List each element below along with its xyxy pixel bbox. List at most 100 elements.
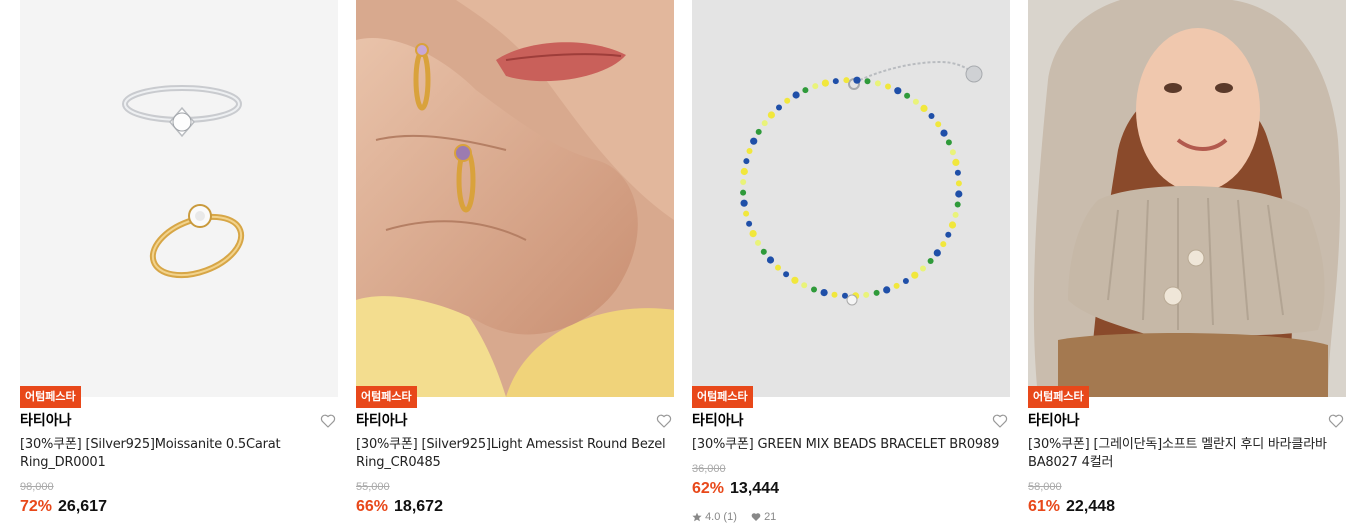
wishlist-heart-icon[interactable] bbox=[1328, 413, 1344, 429]
bead bbox=[831, 291, 838, 298]
bead bbox=[954, 169, 961, 176]
product-name[interactable]: [30%쿠폰] GREEN MIX BEADS BRACELET BR0989 bbox=[692, 436, 1004, 454]
product-card[interactable]: 어텀페스타 타티아나 [30%쿠폰] [그레이단독]소프트 멜란지 후디 바라클… bbox=[1028, 0, 1346, 523]
bead bbox=[743, 210, 750, 217]
product-image[interactable] bbox=[20, 0, 338, 397]
hand-with-rings-image bbox=[356, 0, 674, 397]
original-price: 36,000 bbox=[692, 463, 726, 475]
bead bbox=[760, 248, 767, 255]
original-price: 98,000 bbox=[20, 481, 54, 493]
bead bbox=[746, 148, 753, 154]
discount-rate: 66% bbox=[356, 498, 389, 515]
bead bbox=[784, 97, 791, 104]
wishlist-heart-icon[interactable] bbox=[320, 413, 336, 429]
bead bbox=[893, 282, 900, 289]
bead bbox=[894, 87, 902, 95]
bead bbox=[928, 113, 935, 119]
bead bbox=[940, 241, 947, 248]
brand-name[interactable]: 타티아나 bbox=[356, 412, 408, 430]
brand-name[interactable]: 타티아나 bbox=[20, 412, 72, 430]
product-name[interactable]: [30%쿠폰] [Silver925]Moissanite 0.5Carat R… bbox=[20, 436, 332, 472]
review-count: (1) bbox=[723, 511, 737, 523]
bead bbox=[740, 189, 747, 196]
bead bbox=[820, 289, 828, 297]
bead bbox=[940, 129, 948, 137]
bead bbox=[885, 83, 891, 90]
product-name[interactable]: [30%쿠폰] [그레이단독]소프트 멜란지 후디 바라클라바 BA8027 4… bbox=[1028, 436, 1340, 472]
wishlist-heart-icon[interactable] bbox=[992, 413, 1008, 429]
rating-value: 4.0 bbox=[705, 511, 721, 523]
price-row: 66% 18,672 bbox=[356, 497, 443, 517]
bead bbox=[874, 80, 881, 87]
bead bbox=[740, 167, 748, 176]
bead bbox=[933, 249, 941, 257]
bead bbox=[955, 190, 963, 198]
discount-rate: 72% bbox=[20, 498, 53, 515]
bead bbox=[812, 83, 819, 90]
product-name[interactable]: [30%쿠폰] [Silver925]Light Amessist Round … bbox=[356, 436, 668, 472]
bead bbox=[749, 230, 757, 238]
beaded-bracelet-image bbox=[692, 0, 1010, 397]
bead bbox=[952, 158, 960, 166]
bead bbox=[740, 199, 748, 207]
product-image[interactable] bbox=[1028, 0, 1346, 397]
discount-rate: 61% bbox=[1028, 498, 1061, 515]
bead bbox=[832, 78, 839, 85]
bead bbox=[766, 256, 775, 264]
bead bbox=[740, 179, 747, 185]
product-image[interactable] bbox=[692, 0, 1010, 397]
bead bbox=[920, 265, 926, 272]
rings-image bbox=[20, 0, 338, 397]
bead bbox=[755, 128, 762, 135]
bead bbox=[949, 149, 956, 156]
event-badge: 어텀페스타 bbox=[356, 386, 417, 408]
bead bbox=[821, 79, 829, 87]
sale-price: 26,617 bbox=[58, 498, 107, 515]
sale-price: 18,672 bbox=[394, 498, 443, 515]
sale-price: 22,448 bbox=[1066, 498, 1115, 515]
bead bbox=[776, 104, 782, 111]
brand-name[interactable]: 타티아나 bbox=[692, 412, 744, 430]
price-row: 61% 22,448 bbox=[1028, 497, 1115, 517]
price-row: 72% 26,617 bbox=[20, 497, 107, 517]
bead bbox=[775, 264, 781, 271]
bead bbox=[920, 104, 928, 112]
bead bbox=[802, 87, 809, 94]
product-grid: 어텀페스타 타티아나 [30%쿠폰] [Silver925]Moissanite… bbox=[20, 0, 1346, 523]
bead bbox=[767, 111, 775, 119]
star-icon bbox=[692, 512, 702, 522]
product-image[interactable] bbox=[356, 0, 674, 397]
like-count: 21 bbox=[764, 511, 777, 523]
bead bbox=[843, 77, 850, 84]
product-card[interactable]: 어텀페스타 타티아나 [30%쿠폰] [Silver925]Light Ames… bbox=[356, 0, 674, 523]
bead bbox=[863, 291, 870, 298]
bead bbox=[750, 137, 758, 145]
bead bbox=[761, 120, 768, 127]
bead bbox=[864, 78, 871, 85]
bead bbox=[952, 211, 959, 218]
bead bbox=[955, 180, 962, 187]
review-summary: 4.0 (1) 21 bbox=[692, 510, 776, 523]
product-card[interactable]: 어텀페스타 타티아나 [30%쿠폰] GREEN MIX BEADS BRACE… bbox=[692, 0, 1010, 523]
bead bbox=[853, 76, 861, 84]
bead bbox=[927, 258, 934, 264]
bead bbox=[883, 286, 891, 294]
bead bbox=[912, 98, 919, 105]
bead bbox=[801, 282, 808, 289]
event-badge: 어텀페스타 bbox=[1028, 386, 1089, 408]
original-price: 55,000 bbox=[356, 481, 390, 493]
product-card[interactable]: 어텀페스타 타티아나 [30%쿠폰] [Silver925]Moissanite… bbox=[20, 0, 338, 523]
bead bbox=[811, 286, 817, 293]
wishlist-heart-icon[interactable] bbox=[656, 413, 672, 429]
knit-balaclava-image bbox=[1028, 0, 1346, 397]
price-row: 62% 13,444 bbox=[692, 479, 779, 499]
original-price: 58,000 bbox=[1028, 481, 1062, 493]
discount-rate: 62% bbox=[692, 480, 725, 497]
bead bbox=[743, 158, 750, 165]
event-badge: 어텀페스타 bbox=[692, 386, 753, 408]
bead bbox=[783, 271, 790, 278]
brand-name[interactable]: 타티아나 bbox=[1028, 412, 1080, 430]
bead bbox=[935, 121, 942, 128]
bead bbox=[792, 91, 800, 99]
heart-filled-icon bbox=[751, 513, 761, 522]
